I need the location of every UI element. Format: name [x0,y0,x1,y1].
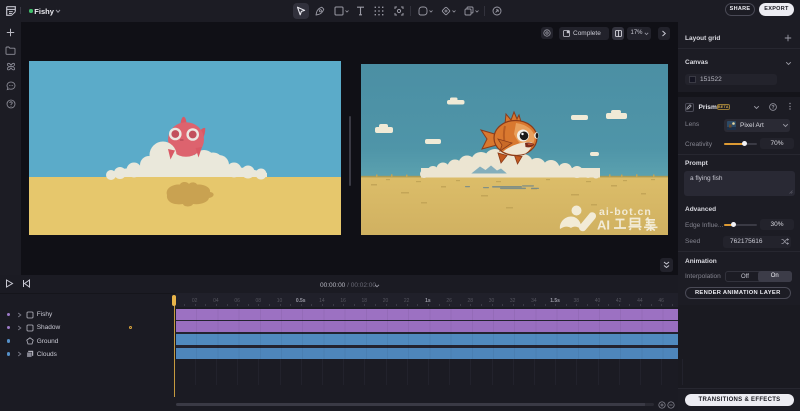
svg-text:AI: AI [597,217,610,232]
svg-text:ai-bot.cn: ai-bot.cn [599,206,652,218]
